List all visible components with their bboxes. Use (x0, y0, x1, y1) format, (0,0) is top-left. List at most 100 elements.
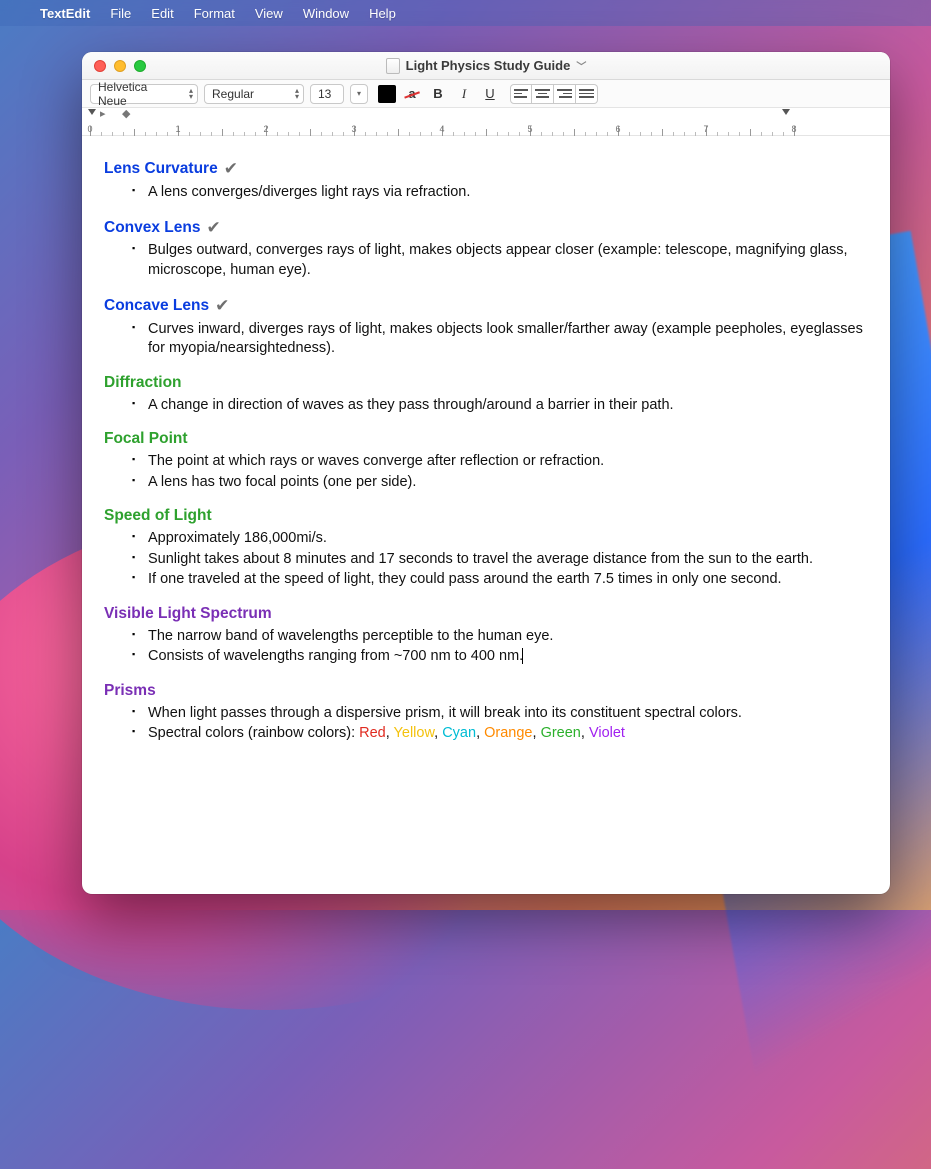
window-title: Light Physics Study Guide (406, 58, 571, 73)
bullet-item[interactable]: The point at which rays or waves converg… (132, 452, 868, 472)
section-heading-text: Visible Light Spectrum (104, 604, 272, 625)
spectral-color: Violet (589, 725, 625, 741)
format-toolbar: Helvetica Neue ▴▾ Regular ▴▾ 13 ▾ a B I … (82, 80, 890, 108)
chevron-updown-icon: ▴▾ (189, 88, 193, 100)
section: Speed of LightApproximately 186,000mi/s.… (104, 506, 868, 590)
bullet-item[interactable]: When light passes through a dispersive p… (132, 704, 868, 724)
document-proxy-icon (386, 58, 400, 74)
bullet-item[interactable]: Spectral colors (rainbow colors): Red, Y… (132, 724, 868, 744)
document-area[interactable]: Lens Curvature✔A lens converges/diverges… (82, 136, 890, 894)
bullet-item[interactable]: Approximately 186,000mi/s. (132, 529, 868, 549)
bullet-item[interactable]: A lens converges/diverges light rays via… (132, 183, 868, 203)
traffic-lights (94, 60, 146, 72)
bullet-item[interactable]: Consists of wavelengths ranging from ~70… (132, 647, 868, 667)
bullet-item[interactable]: Curves inward, diverges rays of light, m… (132, 320, 868, 359)
section-heading[interactable]: Speed of Light (104, 506, 868, 527)
section: Concave Lens ✔Curves inward, diverges ray… (104, 295, 868, 359)
menu-edit[interactable]: Edit (151, 6, 173, 21)
minimize-button[interactable] (114, 60, 126, 72)
spectral-color: Green (541, 725, 581, 741)
font-family-select[interactable]: Helvetica Neue ▴▾ (90, 84, 198, 104)
spectral-color: Red (359, 725, 386, 741)
section-heading-text: Convex Lens (104, 218, 200, 239)
menu-format[interactable]: Format (194, 6, 235, 21)
zoom-button[interactable] (134, 60, 146, 72)
checkmark-icon: ✔ (224, 158, 238, 181)
checkmark-icon: ✔ (206, 217, 220, 240)
ruler-number: 8 (791, 124, 796, 134)
ruler-number: 1 (175, 124, 180, 134)
section: DiffractionA change in direction of wave… (104, 373, 868, 415)
textedit-window: Light Physics Study Guide ﹀ Helvetica Ne… (82, 52, 890, 894)
section-heading[interactable]: Lens Curvature ✔ (104, 158, 868, 181)
bullet-item[interactable]: Bulges outward, converges rays of light,… (132, 241, 868, 280)
alignment-segmented (510, 84, 598, 104)
section-heading[interactable]: Prisms (104, 681, 868, 702)
menu-window[interactable]: Window (303, 6, 349, 21)
bullet-list: Bulges outward, converges rays of light,… (104, 241, 868, 280)
bullet-list: Approximately 186,000mi/s.Sunlight takes… (104, 529, 868, 590)
app-menu[interactable]: TextEdit (40, 6, 90, 21)
bullet-list: Curves inward, diverges rays of light, m… (104, 320, 868, 359)
bullet-item[interactable]: If one traveled at the speed of light, t… (132, 570, 868, 590)
section: Convex Lens ✔Bulges outward, converges ra… (104, 217, 868, 281)
section-heading[interactable]: Visible Light Spectrum (104, 604, 868, 625)
section: PrismsWhen light passes through a disper… (104, 681, 868, 744)
font-style-value: Regular (212, 87, 254, 101)
section-heading[interactable]: Concave Lens ✔ (104, 295, 868, 318)
system-menubar: TextEdit File Edit Format View Window He… (0, 0, 931, 26)
section: Lens Curvature ✔A lens converges/diverges… (104, 158, 868, 203)
window-titlebar[interactable]: Light Physics Study Guide ﹀ (82, 52, 890, 80)
ruler-number: 6 (615, 124, 620, 134)
bold-button[interactable]: B (428, 84, 448, 104)
bullet-list: The narrow band of wavelengths perceptib… (104, 627, 868, 667)
close-button[interactable] (94, 60, 106, 72)
section-heading-text: Focal Point (104, 429, 188, 450)
bullet-list: When light passes through a dispersive p… (104, 704, 868, 744)
ruler-number: 5 (527, 124, 532, 134)
menu-help[interactable]: Help (369, 6, 396, 21)
bullet-item[interactable]: A lens has two focal points (one per sid… (132, 473, 868, 493)
section-heading-text: Speed of Light (104, 506, 212, 527)
strikethrough-color-button[interactable]: a (402, 84, 422, 104)
section-heading[interactable]: Convex Lens ✔ (104, 217, 868, 240)
menu-file[interactable]: File (110, 6, 131, 21)
bullet-item[interactable]: Sunlight takes about 8 minutes and 17 se… (132, 550, 868, 570)
align-justify-button[interactable] (576, 84, 598, 104)
ruler[interactable]: ▸ ◆ 012345678 (82, 108, 890, 136)
bullet-list: The point at which rays or waves converg… (104, 452, 868, 492)
checkmark-icon: ✔ (215, 295, 229, 318)
bullet-item[interactable]: A change in direction of waves as they p… (132, 396, 868, 416)
bullet-list: A change in direction of waves as they p… (104, 396, 868, 416)
font-style-select[interactable]: Regular ▴▾ (204, 84, 304, 104)
underline-button[interactable]: U (480, 84, 500, 104)
chevron-updown-icon: ▴▾ (295, 88, 299, 100)
menu-view[interactable]: View (255, 6, 283, 21)
ruler-number: 7 (703, 124, 708, 134)
bullet-item[interactable]: The narrow band of wavelengths perceptib… (132, 627, 868, 647)
section-heading[interactable]: Diffraction (104, 373, 868, 394)
font-size-value: 13 (318, 87, 331, 101)
section: Focal PointThe point at which rays or wa… (104, 429, 868, 492)
section-heading-text: Diffraction (104, 373, 182, 394)
align-center-button[interactable] (532, 84, 554, 104)
section-heading-text: Lens Curvature (104, 159, 218, 180)
section-heading-text: Prisms (104, 681, 156, 702)
align-left-button[interactable] (510, 84, 532, 104)
left-indent-marker[interactable] (88, 109, 96, 115)
italic-button[interactable]: I (454, 84, 474, 104)
section-heading-text: Concave Lens (104, 296, 209, 317)
font-size-field[interactable]: 13 (310, 84, 344, 104)
right-indent-marker[interactable] (782, 109, 790, 115)
font-size-stepper[interactable]: ▾ (350, 84, 368, 104)
ruler-number: 0 (87, 124, 92, 134)
spectral-color: Orange (484, 725, 532, 741)
section: Visible Light SpectrumThe narrow band of… (104, 604, 868, 667)
ruler-number: 3 (351, 124, 356, 134)
text-color-swatch[interactable] (378, 85, 396, 103)
spectral-color: Yellow (394, 725, 435, 741)
section-heading[interactable]: Focal Point (104, 429, 868, 450)
font-family-value: Helvetica Neue (98, 80, 179, 108)
title-menu-chevron-icon: ﹀ (576, 58, 586, 73)
align-right-button[interactable] (554, 84, 576, 104)
